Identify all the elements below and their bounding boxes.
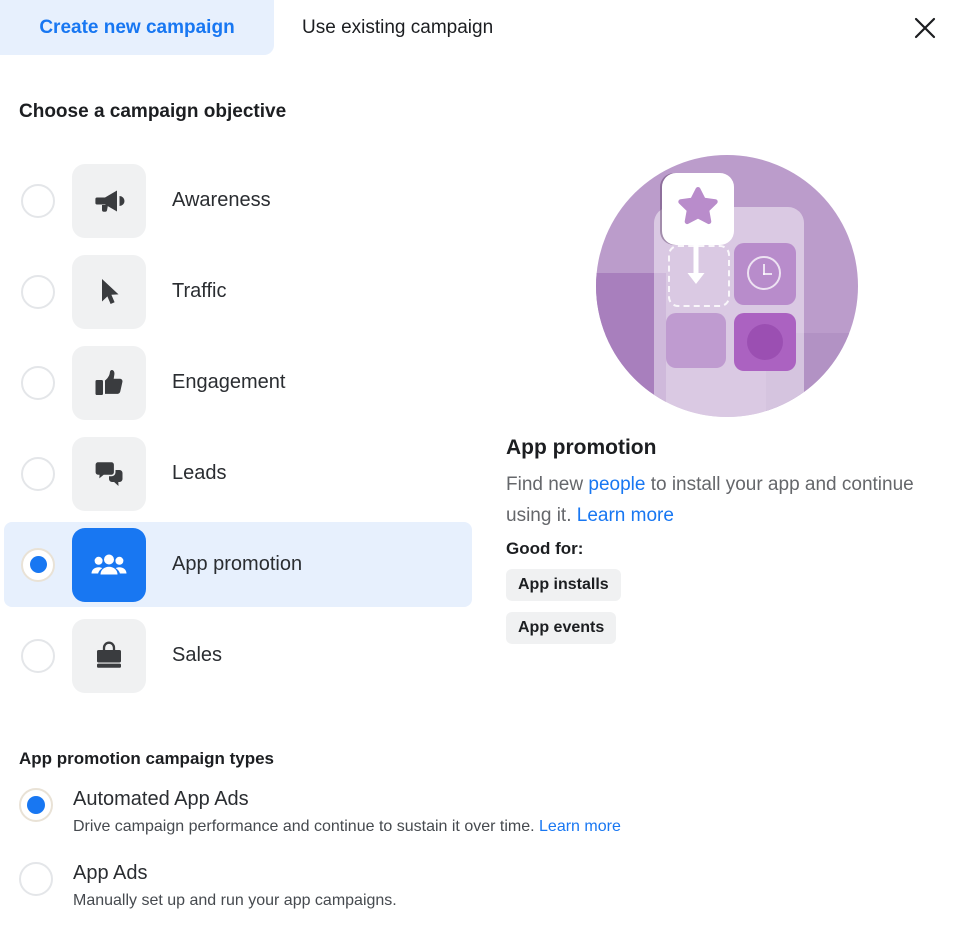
cursor-icon <box>91 274 127 310</box>
tab-use-existing-campaign[interactable]: Use existing campaign <box>274 0 564 55</box>
objective-option-app-promotion[interactable]: App promotion <box>0 519 480 610</box>
objective-section-heading: Choose a campaign objective <box>19 101 287 122</box>
tab-bar: Create new campaign Use existing campaig… <box>0 0 960 56</box>
clock-hand-hour <box>763 273 772 275</box>
campaign-types-list: Automated App Ads Drive campaign perform… <box>19 786 819 934</box>
objective-list: Awareness Traffic Engagement Leads App p… <box>0 155 480 701</box>
people-group-icon <box>90 546 128 584</box>
megaphone-icon <box>91 183 127 219</box>
campaign-type-text: App Ads Manually set up and run your app… <box>73 860 397 912</box>
illustration-tile-bottom-right <box>734 313 796 371</box>
thumbs-up-icon <box>91 365 127 401</box>
campaign-type-automated-app-ads[interactable]: Automated App Ads Drive campaign perform… <box>19 786 819 838</box>
radio-awareness[interactable] <box>21 183 55 218</box>
star-icon <box>675 184 721 235</box>
tab-use-existing-campaign-label: Use existing campaign <box>302 16 494 38</box>
tile-awareness <box>72 163 146 238</box>
campaign-type-name-automated-app-ads: Automated App Ads <box>73 788 249 810</box>
objective-label-app-promotion: App promotion <box>172 553 303 575</box>
objective-detail-panel: App promotion Find new people to install… <box>506 155 936 655</box>
chat-bubbles-icon <box>91 456 127 492</box>
illustration-app-card <box>662 173 734 245</box>
objective-label-traffic: Traffic <box>172 280 227 302</box>
detail-description-part1: Find new <box>506 474 589 495</box>
campaign-type-text: Automated App Ads Drive campaign perform… <box>73 786 621 838</box>
radio-traffic[interactable] <box>21 274 55 309</box>
radio-leads[interactable] <box>21 456 55 491</box>
tile-sales <box>72 618 146 693</box>
campaign-type-description-app-ads: Manually set up and run your app campaig… <box>73 892 397 909</box>
tile-leads <box>72 436 146 511</box>
close-button[interactable] <box>903 8 947 48</box>
tile-app-promotion <box>72 527 146 602</box>
close-icon <box>912 15 938 41</box>
app-promotion-illustration <box>596 155 858 417</box>
radio-app-promotion[interactable] <box>21 547 55 582</box>
tile-engagement <box>72 345 146 420</box>
radio-sales[interactable] <box>21 638 55 673</box>
tab-create-new-campaign-label: Create new campaign <box>39 16 235 38</box>
illustration-clock-tile <box>734 243 796 305</box>
objective-label-leads: Leads <box>172 462 227 484</box>
tile-traffic <box>72 254 146 329</box>
objective-label-engagement: Engagement <box>172 371 286 393</box>
objective-option-sales[interactable]: Sales <box>0 610 480 701</box>
objective-label-sales: Sales <box>172 644 223 666</box>
people-link[interactable]: people <box>588 474 645 495</box>
objective-option-awareness[interactable]: Awareness <box>0 155 480 246</box>
radio-automated-app-ads[interactable] <box>19 788 53 822</box>
objective-option-traffic[interactable]: Traffic <box>0 246 480 337</box>
detail-title: App promotion <box>506 436 657 459</box>
objective-label-awareness: Awareness <box>172 189 271 211</box>
tag-app-installs: App installs <box>506 569 621 601</box>
tag-app-events: App events <box>506 612 617 644</box>
campaign-type-description-automated-app-ads: Drive campaign performance and continue … <box>73 816 621 838</box>
good-for-label: Good for: <box>506 539 584 558</box>
objective-option-leads[interactable]: Leads <box>0 428 480 519</box>
campaign-type-description-text: Drive campaign performance and continue … <box>73 818 540 835</box>
automated-app-ads-learn-more-link[interactable]: Learn more <box>539 818 621 835</box>
detail-learn-more-link[interactable]: Learn more <box>577 505 674 526</box>
illustration-tile-bottom-left <box>666 313 726 368</box>
radio-app-ads[interactable] <box>19 862 53 896</box>
campaign-type-app-ads[interactable]: App Ads Manually set up and run your app… <box>19 860 819 912</box>
objective-option-engagement[interactable]: Engagement <box>0 337 480 428</box>
campaign-types-heading: App promotion campaign types <box>19 749 275 768</box>
detail-description: Find new people to install your app and … <box>506 469 916 531</box>
radio-engagement[interactable] <box>21 365 55 400</box>
shopping-bag-icon <box>91 638 127 674</box>
good-for-tags: App installs App events <box>506 569 936 655</box>
illustration-circle <box>747 324 783 360</box>
campaign-type-name-app-ads: App Ads <box>73 862 148 884</box>
tab-create-new-campaign[interactable]: Create new campaign <box>0 0 274 55</box>
